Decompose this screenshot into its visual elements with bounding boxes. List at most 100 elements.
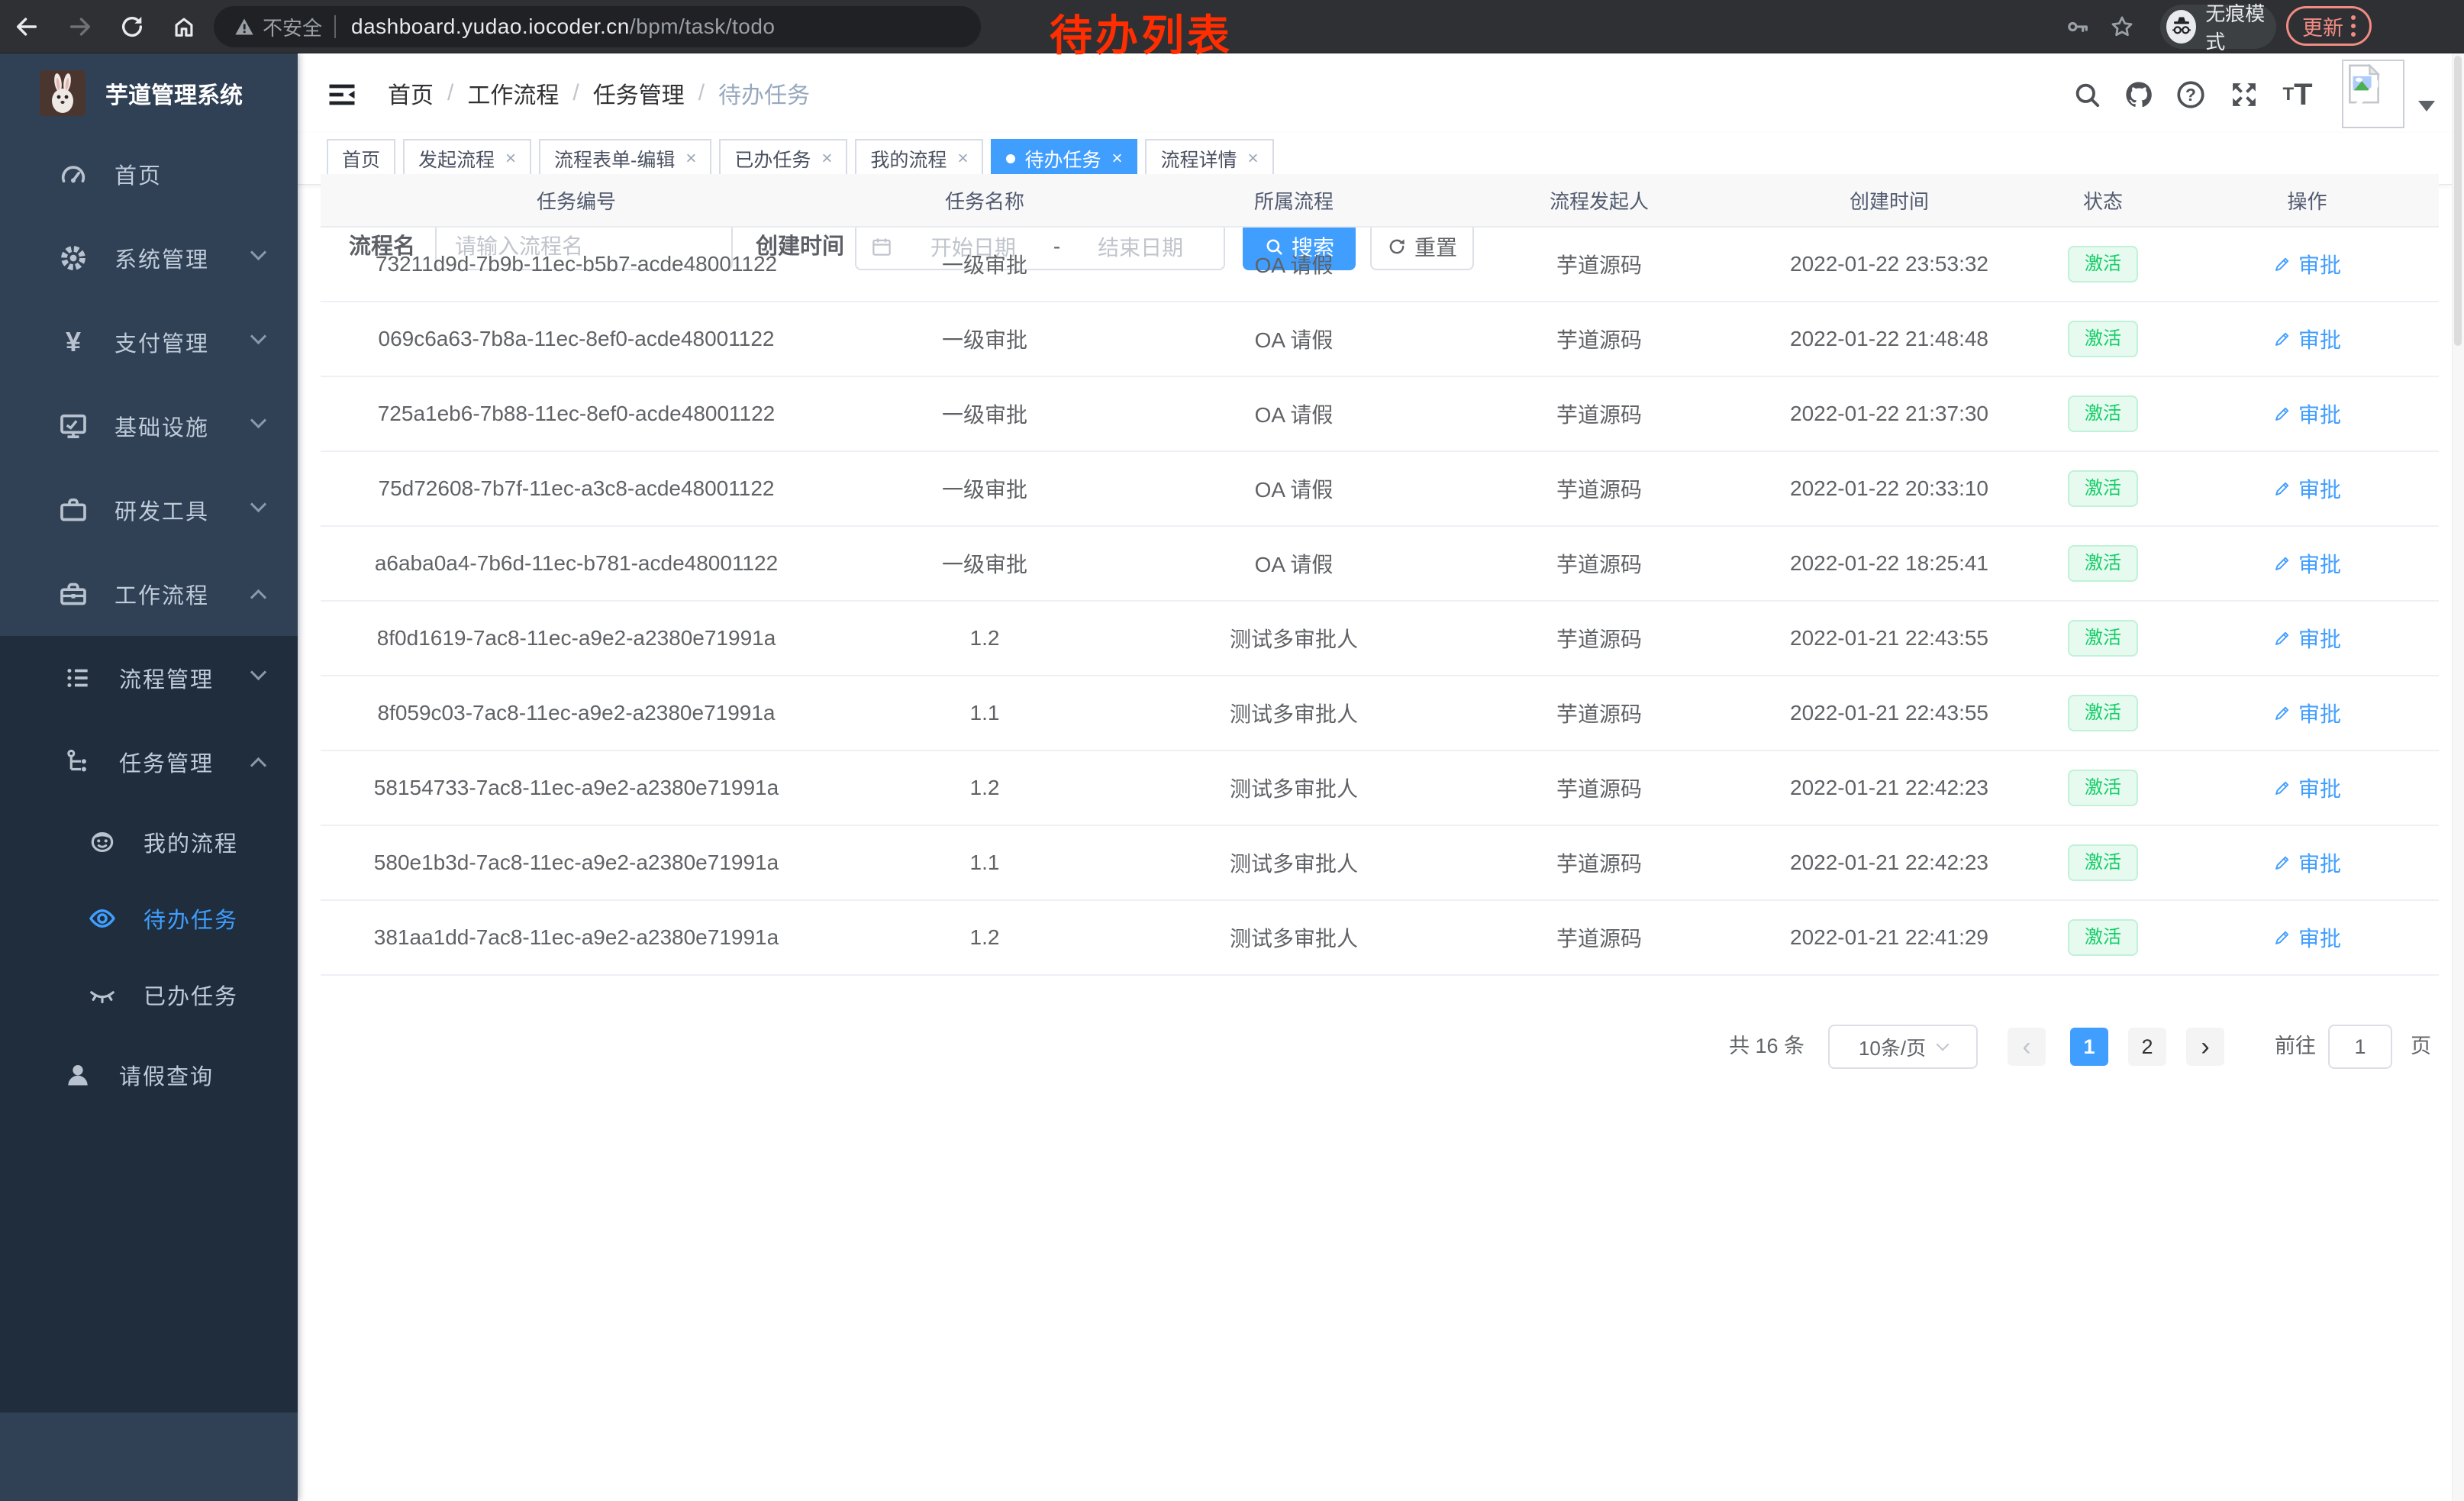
close-icon[interactable]: × bbox=[821, 150, 832, 168]
audit-link[interactable]: 审批 bbox=[2273, 922, 2341, 953]
table-row: 75d72608-7b7f-11ec-a3c8-acde48001122 一级审… bbox=[321, 452, 2439, 527]
browser-menu-icon[interactable] bbox=[2351, 15, 2356, 37]
col-task-name: 任务名称 bbox=[832, 186, 1137, 215]
breadcrumb-home[interactable]: 首页 bbox=[388, 76, 434, 110]
breadcrumb-workflow[interactable]: 工作流程 bbox=[467, 76, 559, 110]
table-row: 069c6a63-7b8a-11ec-8ef0-acde48001122 一级审… bbox=[321, 302, 2439, 377]
browser-forward-button[interactable] bbox=[60, 6, 101, 47]
tab-my-process[interactable]: 我的流程× bbox=[855, 139, 983, 179]
workflow-submenu: 流程管理 任务管理 我的流程 待办任务 已办任务 bbox=[0, 636, 298, 1412]
svg-text:?: ? bbox=[2185, 85, 2196, 105]
breadcrumb: 首页 / 工作流程 / 任务管理 / 待办任务 bbox=[388, 53, 810, 133]
sidebar-item-done-tasks[interactable]: 已办任务 bbox=[0, 957, 298, 1033]
sidebar-item-payment[interactable]: ¥ 支付管理 bbox=[0, 300, 298, 384]
sidebar-item-todo-tasks[interactable]: 待办任务 bbox=[0, 880, 298, 957]
bookmark-star-icon[interactable] bbox=[2101, 6, 2143, 47]
goto-page-input[interactable] bbox=[2328, 1025, 2392, 1069]
omnibox-divider bbox=[334, 15, 336, 38]
app-logo[interactable]: 芋道管理系统 bbox=[0, 53, 298, 132]
page-size-select[interactable]: 10条/页 bbox=[1828, 1025, 1978, 1069]
close-icon[interactable]: × bbox=[957, 150, 968, 168]
col-starter: 流程发起人 bbox=[1450, 186, 1748, 215]
sidebar-item-leave-query[interactable]: 请假查询 bbox=[0, 1033, 298, 1117]
tree-icon bbox=[61, 747, 95, 776]
user-avatar[interactable] bbox=[2342, 60, 2404, 128]
browser-update-button[interactable]: 更新 bbox=[2286, 6, 2372, 46]
audit-link[interactable]: 审批 bbox=[2273, 773, 2341, 803]
help-icon[interactable]: ? bbox=[2172, 76, 2209, 113]
audit-link[interactable]: 审批 bbox=[2273, 623, 2341, 654]
goto-label: 前往 bbox=[2275, 1023, 2316, 1069]
sidebar-item-task-mgmt[interactable]: 任务管理 bbox=[0, 720, 298, 804]
logo-avatar-image bbox=[40, 70, 85, 116]
audit-link[interactable]: 审批 bbox=[2273, 698, 2341, 728]
task-table: 任务编号 任务名称 所属流程 流程发起人 创建时间 状态 操作 73211d9d… bbox=[321, 174, 2439, 976]
not-secure-label: 不安全 bbox=[263, 13, 322, 41]
sidebar-item-home[interactable]: 首页 bbox=[0, 132, 298, 216]
sidebar-item-system[interactable]: 系统管理 bbox=[0, 216, 298, 300]
audit-link[interactable]: 审批 bbox=[2273, 399, 2341, 429]
audit-link[interactable]: 审批 bbox=[2273, 473, 2341, 504]
audit-link[interactable]: 审批 bbox=[2273, 847, 2341, 878]
menu-fold-icon[interactable] bbox=[325, 78, 359, 111]
avatar-caret-down-icon[interactable] bbox=[2418, 101, 2435, 111]
update-label: 更新 bbox=[2302, 11, 2343, 41]
audit-link[interactable]: 审批 bbox=[2273, 249, 2341, 279]
close-icon[interactable]: × bbox=[1248, 150, 1259, 168]
prev-page-button[interactable]: ‹ bbox=[2008, 1028, 2046, 1066]
edit-pencil-icon bbox=[2273, 704, 2291, 722]
fullscreen-icon[interactable] bbox=[2226, 76, 2262, 113]
status-badge: 激活 bbox=[2068, 919, 2138, 956]
tab-todo-tasks[interactable]: 待办任务× bbox=[991, 139, 1137, 179]
audit-link[interactable]: 审批 bbox=[2273, 548, 2341, 579]
close-icon[interactable]: × bbox=[685, 150, 696, 168]
table-row: 73211d9d-7b9b-11ec-b5b7-acde48001122 一级审… bbox=[321, 228, 2439, 302]
edit-pencil-icon bbox=[2273, 479, 2291, 498]
tab-form-edit[interactable]: 流程表单-编辑× bbox=[539, 139, 711, 179]
table-row: 8f059c03-7ac8-11ec-a9e2-a2380e71991a 1.1… bbox=[321, 676, 2439, 751]
edit-pencil-icon bbox=[2273, 554, 2291, 573]
page-scrollbar[interactable] bbox=[2452, 53, 2464, 1501]
breadcrumb-task-mgmt[interactable]: 任务管理 bbox=[593, 76, 685, 110]
sidebar-item-infra[interactable]: 基础设施 bbox=[0, 384, 298, 468]
not-secure-warning[interactable]: 不安全 bbox=[234, 13, 322, 41]
tab-process-detail[interactable]: 流程详情× bbox=[1145, 139, 1273, 179]
yen-icon: ¥ bbox=[56, 326, 90, 358]
edit-pencil-icon bbox=[2273, 629, 2291, 647]
app-header: 首页 / 工作流程 / 任务管理 / 待办任务 ? TT bbox=[298, 53, 2452, 133]
status-badge: 激活 bbox=[2068, 470, 2138, 507]
password-key-icon[interactable] bbox=[2057, 6, 2098, 47]
chevron-down-icon bbox=[250, 496, 266, 512]
table-row: 58154733-7ac8-11ec-a9e2-a2380e71991a 1.2… bbox=[321, 751, 2439, 826]
sidebar-item-workflow[interactable]: 工作流程 bbox=[0, 552, 298, 636]
browser-reload-button[interactable] bbox=[111, 6, 153, 47]
audit-link[interactable]: 审批 bbox=[2273, 324, 2341, 354]
github-icon[interactable] bbox=[2121, 76, 2157, 113]
chevron-up-icon bbox=[250, 757, 266, 773]
browser-home-button[interactable] bbox=[163, 6, 205, 47]
tab-start-process[interactable]: 发起流程× bbox=[403, 139, 531, 179]
scrollbar-thumb[interactable] bbox=[2454, 56, 2462, 346]
font-size-icon[interactable]: TT bbox=[2279, 76, 2316, 113]
table-row: a6aba0a4-7b6d-11ec-b781-acde48001122 一级审… bbox=[321, 527, 2439, 602]
close-icon[interactable]: × bbox=[1111, 150, 1122, 168]
close-icon[interactable]: × bbox=[505, 150, 516, 168]
url-text[interactable]: dashboard.yudao.iocoder.cn/bpm/task/todo bbox=[351, 15, 775, 39]
sidebar-item-my-process[interactable]: 我的流程 bbox=[0, 804, 298, 880]
sidebar-item-process-mgmt[interactable]: 流程管理 bbox=[0, 636, 298, 720]
status-badge: 激活 bbox=[2068, 395, 2138, 432]
table-row: 8f0d1619-7ac8-11ec-a9e2-a2380e71991a 1.2… bbox=[321, 602, 2439, 676]
header-search-icon[interactable] bbox=[2069, 76, 2105, 113]
page-2-button[interactable]: 2 bbox=[2128, 1028, 2166, 1066]
sidebar: 芋道管理系统 首页 系统管理 ¥ 支付管理 基础设施 研发工具 bbox=[0, 53, 298, 1501]
tab-done-tasks[interactable]: 已办任务× bbox=[719, 139, 847, 179]
status-badge: 激活 bbox=[2068, 246, 2138, 282]
sidebar-item-devtools[interactable]: 研发工具 bbox=[0, 468, 298, 552]
next-page-button[interactable]: › bbox=[2186, 1028, 2224, 1066]
address-bar[interactable]: 不安全 dashboard.yudao.iocoder.cn/bpm/task/… bbox=[214, 6, 981, 47]
page-1-button[interactable]: 1 bbox=[2070, 1028, 2108, 1066]
browser-back-button[interactable] bbox=[6, 6, 47, 47]
tab-home[interactable]: 首页 bbox=[327, 139, 395, 179]
eye-icon bbox=[85, 904, 119, 933]
col-process: 所属流程 bbox=[1137, 186, 1450, 215]
